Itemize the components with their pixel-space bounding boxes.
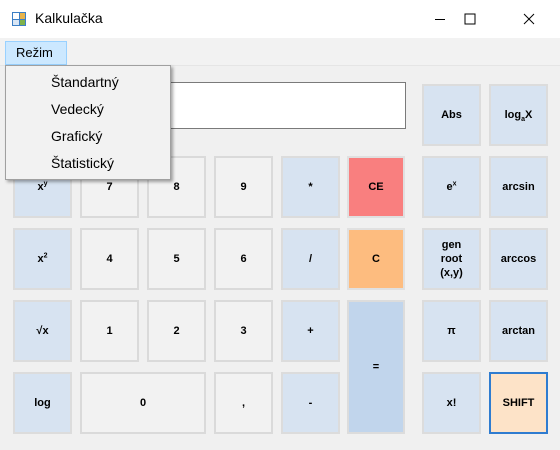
- maximize-button[interactable]: [447, 0, 493, 38]
- log-a-x-label: logaX: [504, 109, 533, 124]
- display-field[interactable]: [158, 82, 406, 129]
- menu-option-statistical[interactable]: Štatistický: [7, 150, 169, 176]
- shift-button[interactable]: SHIFT: [489, 372, 548, 434]
- log-a-x-button[interactable]: logaX: [489, 84, 548, 146]
- digit-5-button[interactable]: 5: [147, 228, 206, 290]
- menu-bar: Režim: [0, 38, 560, 66]
- comma-button[interactable]: ,: [214, 372, 273, 434]
- clear-button[interactable]: C: [347, 228, 405, 290]
- minus-button[interactable]: -: [281, 372, 340, 434]
- x-squared-button[interactable]: x2: [13, 228, 72, 290]
- square-root-button[interactable]: √x: [13, 300, 72, 362]
- general-root-button[interactable]: gen root (x,y): [422, 228, 481, 290]
- x-power-y-label: xy: [37, 180, 48, 193]
- e-power-x-button[interactable]: ex: [422, 156, 481, 218]
- divide-button[interactable]: /: [281, 228, 340, 290]
- maximize-icon: [464, 13, 476, 25]
- general-root-label: gen root (x,y): [440, 239, 463, 279]
- menu-option-scientific[interactable]: Vedecký: [7, 96, 169, 122]
- log-button[interactable]: log: [13, 372, 72, 434]
- minimize-icon: [435, 19, 445, 20]
- digit-6-button[interactable]: 6: [214, 228, 273, 290]
- arcsin-button[interactable]: arcsin: [489, 156, 548, 218]
- close-button[interactable]: [506, 0, 552, 38]
- multiply-button[interactable]: *: [281, 156, 340, 218]
- clear-entry-button[interactable]: CE: [347, 156, 405, 218]
- digit-0-button[interactable]: 0: [80, 372, 206, 434]
- menu-option-standard[interactable]: Štandartný: [7, 69, 169, 95]
- arccos-button[interactable]: arccos: [489, 228, 548, 290]
- digit-4-button[interactable]: 4: [80, 228, 139, 290]
- abs-button[interactable]: Abs: [422, 84, 481, 146]
- menu-option-graphic[interactable]: Grafický: [7, 123, 169, 149]
- calculator-app-icon: [12, 12, 26, 26]
- arctan-button[interactable]: arctan: [489, 300, 548, 362]
- pi-button[interactable]: π: [422, 300, 481, 362]
- e-power-x-label: ex: [446, 180, 457, 193]
- digit-9-button[interactable]: 9: [214, 156, 273, 218]
- close-icon: [523, 13, 535, 25]
- factorial-button[interactable]: x!: [422, 372, 481, 434]
- plus-button[interactable]: +: [281, 300, 340, 362]
- equals-button[interactable]: =: [347, 300, 405, 434]
- window-title: Kalkulačka: [35, 10, 103, 26]
- menu-rezim[interactable]: Režim: [5, 41, 67, 65]
- title-bar: Kalkulačka: [0, 0, 560, 38]
- digit-1-button[interactable]: 1: [80, 300, 139, 362]
- x-squared-label: x2: [37, 252, 48, 265]
- digit-2-button[interactable]: 2: [147, 300, 206, 362]
- digit-3-button[interactable]: 3: [214, 300, 273, 362]
- mode-dropdown-menu: Štandartný Vedecký Grafický Štatistický: [5, 65, 171, 180]
